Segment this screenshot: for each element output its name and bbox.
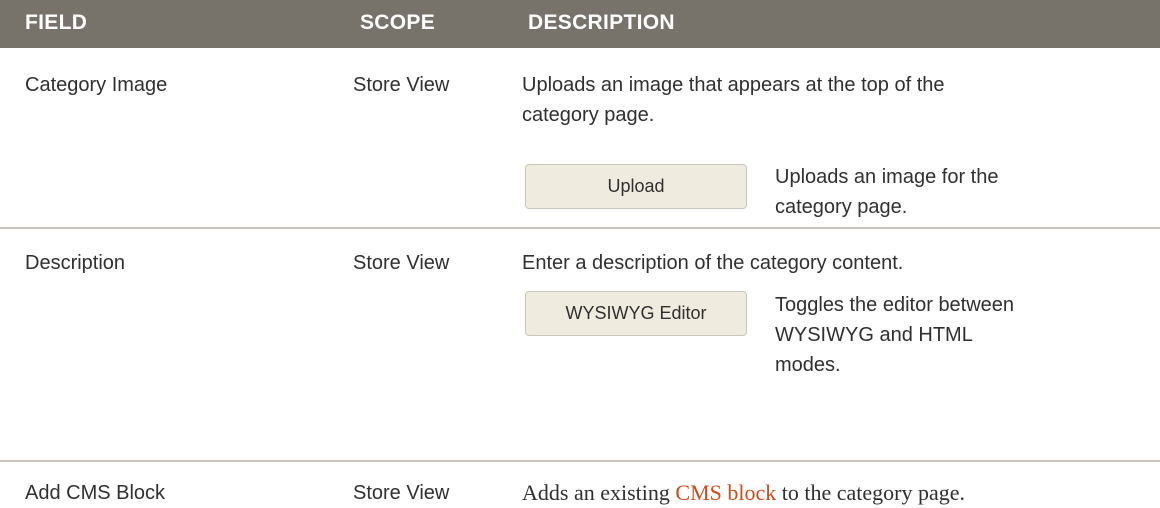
wysiwyg-editor-button[interactable]: WYSIWYG Editor bbox=[525, 291, 747, 336]
table-header: FIELD SCOPE DESCRIPTION bbox=[0, 0, 1160, 48]
column-header-description: DESCRIPTION bbox=[528, 11, 675, 34]
description-text: Adds an existing bbox=[522, 480, 670, 505]
description-text: to the category page. bbox=[781, 480, 966, 505]
upload-button[interactable]: Upload bbox=[525, 164, 747, 209]
field-name: Description bbox=[25, 252, 126, 274]
control-description: Toggles the editor between WYSIWYG and H… bbox=[775, 294, 1015, 376]
control-description: Uploads an image for the category page. bbox=[775, 166, 999, 218]
field-description: Uploads an image that appears at the top… bbox=[522, 74, 945, 126]
field-scope: Store View bbox=[353, 482, 450, 504]
field-description: Enter a description of the category cont… bbox=[522, 252, 904, 274]
row-divider bbox=[0, 460, 1160, 462]
column-header-scope: SCOPE bbox=[360, 11, 436, 34]
field-name: Category Image bbox=[25, 74, 168, 96]
column-header-field: FIELD bbox=[25, 11, 88, 34]
field-scope: Store View bbox=[353, 252, 450, 274]
row-divider bbox=[0, 227, 1160, 229]
field-scope: Store View bbox=[353, 74, 450, 96]
cms-block-link[interactable]: CMS block bbox=[675, 480, 776, 505]
field-name: Add CMS Block bbox=[25, 482, 166, 504]
field-description: Adds an existing CMS block to the catego… bbox=[522, 478, 965, 508]
field-reference-table: FIELD SCOPE DESCRIPTION Category Image S… bbox=[0, 0, 1160, 505]
